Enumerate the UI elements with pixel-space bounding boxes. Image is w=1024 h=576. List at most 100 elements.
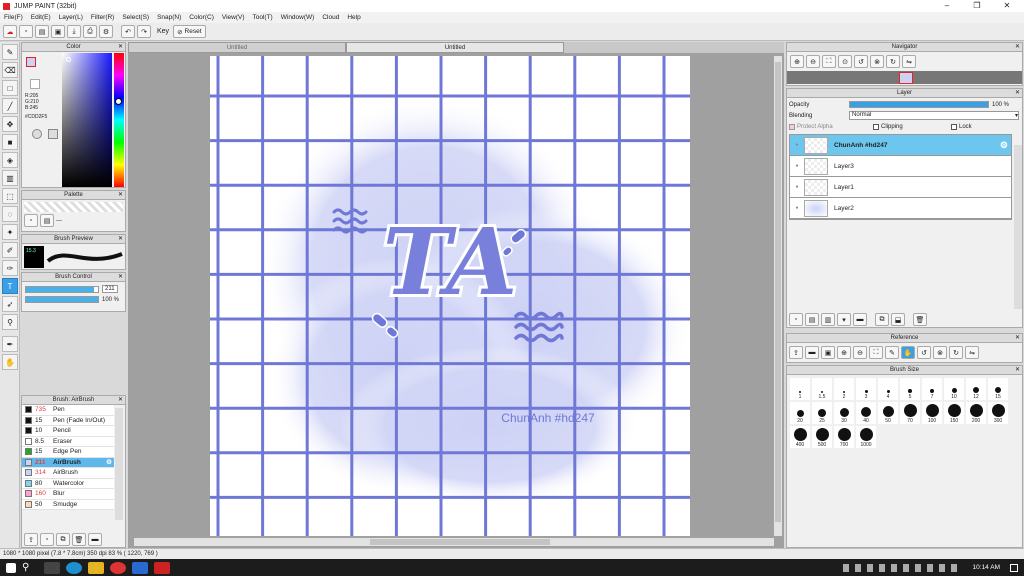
brush-size-slider[interactable] [25, 285, 99, 293]
clipping-checkbox[interactable] [873, 124, 879, 130]
hand-tool-icon[interactable]: ✋ [2, 354, 18, 370]
panel-close-icon[interactable]: ✕ [1015, 366, 1020, 375]
layer-row[interactable]: ● ChunAnh #hd247 ⚙ [790, 135, 1011, 156]
brush-size-option[interactable]: 7 [922, 378, 942, 400]
brush-size-option[interactable]: 150 [944, 402, 964, 424]
brush-list-item[interactable]: 15 Edge Pen [22, 447, 114, 458]
move-tool-icon[interactable]: ✥ [2, 116, 18, 132]
new-layer-icon[interactable]: ▫ [789, 313, 803, 326]
horizontal-scroll-thumb[interactable] [370, 539, 550, 545]
hue-slider-handle[interactable] [115, 98, 122, 105]
brush-size-option[interactable]: 5 [900, 378, 920, 400]
panel-close-icon[interactable]: ✕ [118, 273, 123, 282]
ref-cloud-icon[interactable]: ⇪ [789, 346, 803, 359]
reset-button[interactable]: ⊘ Reset [173, 25, 206, 38]
new-1bit-layer-icon[interactable]: ▥ [821, 313, 835, 326]
panel-close-icon[interactable]: ✕ [1015, 43, 1020, 52]
menu-item[interactable]: View(V) [218, 14, 249, 21]
menu-item[interactable]: Help [343, 14, 364, 21]
search-icon[interactable]: ⚲ [22, 562, 38, 574]
brush-size-option[interactable]: 50 [878, 402, 898, 424]
notification-icon[interactable] [1010, 563, 1018, 572]
canvas-vertical-scrollbar[interactable] [774, 56, 782, 536]
brush-new-icon[interactable]: ▫ [40, 533, 54, 546]
minimize-button[interactable]: – [932, 0, 962, 12]
brush-delete-icon[interactable]: 🗑 [72, 533, 86, 546]
cloud-icon[interactable]: ☁ [3, 25, 17, 38]
brush-size-option[interactable]: 2 [834, 378, 854, 400]
ref-pen-icon[interactable]: ✎ [885, 346, 899, 359]
app-icon-blue[interactable] [132, 561, 148, 574]
brush-list-scrollbar[interactable] [115, 408, 123, 520]
ref-reset-icon[interactable]: ⊗ [933, 346, 947, 359]
brush-list-item[interactable]: 80 Watercolor [22, 478, 114, 489]
magic-wand-tool-icon[interactable]: ✦ [2, 224, 18, 240]
brush-size-option[interactable]: 300 [988, 402, 1008, 424]
redo-icon[interactable]: ↷ [137, 25, 151, 38]
brush-list-item[interactable]: 10 Pencil [22, 426, 114, 437]
brush-size-option[interactable]: 15 [988, 378, 1008, 400]
close-button[interactable]: ✕ [992, 0, 1022, 12]
layer-visibility-icon[interactable]: ● [790, 205, 804, 211]
layer-row[interactable]: ● Layer2 [790, 198, 1011, 219]
selection-tool-icon[interactable]: ⬚ [2, 188, 18, 204]
zoom-in-icon[interactable]: ⊕ [790, 55, 804, 68]
layer-settings-icon[interactable]: ⚙ [1000, 140, 1008, 151]
ref-zoom-in-icon[interactable]: ⊕ [837, 346, 851, 359]
delete-layer-icon[interactable]: 🗑 [913, 313, 927, 326]
menu-item[interactable]: Edit(E) [27, 14, 55, 21]
new-file-icon[interactable]: ▫ [19, 25, 33, 38]
task-view-icon[interactable] [44, 561, 60, 574]
brush-folder-icon[interactable]: ▬ [88, 533, 102, 546]
brush-opacity-slider[interactable] [25, 296, 99, 303]
brush-size-option[interactable]: 700 [834, 426, 854, 448]
vertical-scroll-thumb[interactable] [775, 62, 781, 522]
brush-list-item[interactable]: 160 Blur [22, 489, 114, 500]
line-tool-icon[interactable]: ╱ [2, 98, 18, 114]
brush-size-option[interactable]: 1.5 [812, 378, 832, 400]
eraser-tool-icon[interactable]: ⌫ [2, 62, 18, 78]
print-icon[interactable]: ⎙ [83, 25, 97, 38]
menu-item[interactable]: Select(S) [118, 14, 153, 21]
blending-select[interactable]: Normal ▾ [849, 111, 1019, 120]
brush-size-option[interactable]: 200 [966, 402, 986, 424]
brush-list-item[interactable]: 211 AirBrush ⚙ [22, 457, 114, 468]
layer-visibility-icon[interactable]: ● [790, 163, 804, 169]
jump-paint-taskbar-icon[interactable] [154, 561, 170, 574]
menu-item[interactable]: Tool(T) [249, 14, 277, 21]
start-icon[interactable] [6, 562, 16, 573]
flip-icon[interactable]: ⇋ [902, 55, 916, 68]
ref-rotate-right-icon[interactable]: ↻ [949, 346, 963, 359]
operation-tool-icon[interactable]: ➶ [2, 296, 18, 312]
export-icon[interactable]: ⤓ [67, 25, 81, 38]
panel-close-icon[interactable]: ✕ [1015, 89, 1020, 98]
brush-size-option[interactable]: 3 [856, 378, 876, 400]
new-8bit-layer-icon[interactable]: ▤ [805, 313, 819, 326]
canvas-horizontal-scrollbar[interactable] [134, 538, 774, 546]
foreground-color-swatch[interactable] [26, 57, 36, 67]
hue-slider[interactable] [114, 53, 124, 187]
brush-size-option[interactable]: 400 [790, 426, 810, 448]
brush-size-option[interactable]: 30 [834, 402, 854, 424]
brush-list-item[interactable]: 50 Smudge [22, 499, 114, 510]
layer-row[interactable]: ● Layer3 [790, 156, 1011, 177]
brush-list-item[interactable]: 314 AirBrush [22, 468, 114, 479]
menu-item[interactable]: Filter(R) [87, 14, 118, 21]
background-color-swatch[interactable] [30, 79, 40, 89]
panel-close-icon[interactable]: ✕ [118, 396, 123, 405]
brush-size-option[interactable]: 20 [790, 402, 810, 424]
undo-icon[interactable]: ↶ [121, 25, 135, 38]
clock[interactable]: 10:14 AM [973, 564, 1000, 571]
merge-layer-icon[interactable]: ⬓ [891, 313, 905, 326]
brush-copy-icon[interactable]: ⧉ [56, 533, 70, 546]
ref-hand-icon[interactable]: ✋ [901, 346, 915, 359]
new-layer-menu-icon[interactable]: ▾ [837, 313, 851, 326]
layer-list-scrollbar[interactable] [1014, 145, 1022, 309]
menu-item[interactable]: Snap(N) [153, 14, 185, 21]
brush-size-value[interactable]: 211 [102, 285, 118, 293]
text-tool-icon[interactable]: T [2, 278, 18, 294]
dropper-tool-icon[interactable]: ✒ [2, 336, 18, 352]
menu-item[interactable]: Layer(L) [55, 14, 87, 21]
fill-rect-tool-icon[interactable]: ■ [2, 134, 18, 150]
navigator-preview[interactable] [787, 71, 1022, 84]
